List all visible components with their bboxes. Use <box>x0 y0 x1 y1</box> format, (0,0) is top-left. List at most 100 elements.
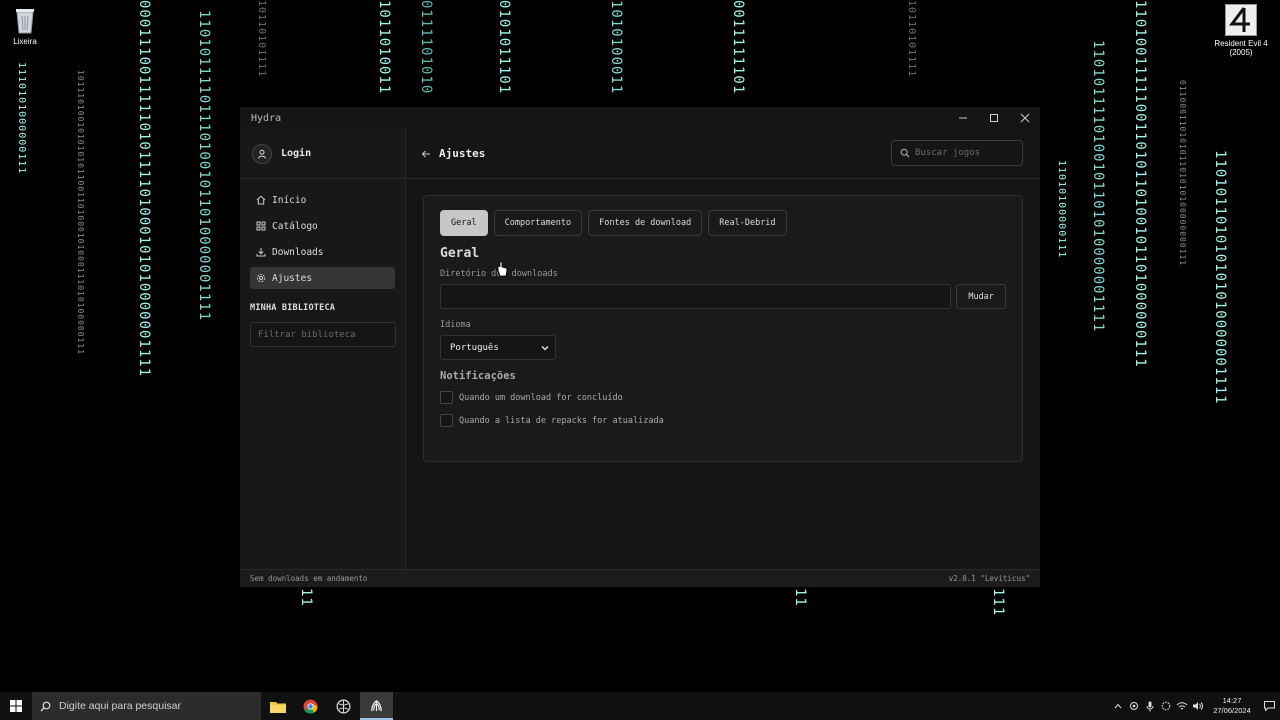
taskbar-search-input[interactable] <box>59 700 249 712</box>
language-label: Idioma <box>440 320 471 330</box>
settings-tabs: Geral Comportamento Fontes de download R… <box>440 210 1006 236</box>
maximize-icon[interactable] <box>978 107 1009 129</box>
tab-comportamento[interactable]: Comportamento <box>493 210 583 236</box>
downloads-dir-row: Mudar <box>440 284 1006 309</box>
window-controls <box>947 107 1040 129</box>
binary-rain-column: 01100011010101101010100000000111 <box>1178 80 1187 267</box>
sidebar-item-downloads[interactable]: Downloads <box>250 241 395 263</box>
game-shortcut[interactable]: Resident Evil 4 (2005) <box>1211 4 1271 57</box>
notifications-title: Notificações <box>440 370 516 382</box>
binary-rain-column: 10110101111 <box>256 0 267 78</box>
chevron-up-icon[interactable] <box>1110 692 1126 720</box>
gpu-tray-icon[interactable] <box>1126 692 1142 720</box>
microphone-icon[interactable] <box>1142 692 1158 720</box>
binary-rain-column: 111 <box>990 588 1006 617</box>
sidebar-item-inicio[interactable]: Início <box>250 189 395 211</box>
search-icon <box>40 701 51 711</box>
library-title: MINHA BIBLIOTECA <box>250 303 336 313</box>
volume-icon[interactable] <box>1190 692 1206 720</box>
sidebar-item-label: Downloads <box>272 246 324 258</box>
clock-date: 27/06/2024 <box>1213 706 1251 715</box>
download-icon <box>256 248 266 257</box>
change-dir-button[interactable]: Mudar <box>956 284 1006 309</box>
status-bar: Sem downloads em andamento v2.0.1 "Levit… <box>240 569 1040 587</box>
tab-real-debrid[interactable]: Real-Debrid <box>708 210 787 236</box>
sidebar-item-catalogo[interactable]: Catálogo <box>250 215 395 237</box>
section-title: Geral <box>440 246 480 261</box>
binary-rain-column: 0011111101 <box>730 0 746 95</box>
game-search[interactable] <box>891 140 1023 166</box>
binary-rain-column: 1110101000000111 <box>16 62 27 175</box>
version-label: v2.0.1 "Leviticus" <box>948 574 1030 583</box>
app-sphere-icon <box>336 699 351 713</box>
language-select[interactable]: Português <box>440 335 556 360</box>
notification-center-icon[interactable] <box>1258 692 1280 720</box>
taskbar-clock[interactable]: 14:27 27/06/2024 <box>1210 696 1254 716</box>
repacks-updated-label: Quando a lista de repacks for atualizada <box>459 415 664 426</box>
system-tray: 14:27 27/06/2024 <box>1110 692 1280 720</box>
notification-option: Quando um download for concluído <box>440 391 1006 404</box>
taskbar-hydra[interactable] <box>360 692 393 720</box>
binary-rain-column: 1101011110100101101010000001111 <box>1090 40 1106 333</box>
taskbar-chrome[interactable] <box>294 692 327 720</box>
download-status: Sem downloads em andamento <box>250 574 368 583</box>
binary-rain-column: 11 <box>792 588 808 607</box>
sidebar-item-label: Catálogo <box>272 220 318 232</box>
window-title: Hydra <box>251 112 282 124</box>
login-label: Login <box>281 148 312 159</box>
start-button[interactable] <box>0 692 32 720</box>
windows-logo-icon <box>10 700 22 712</box>
page-header: Ajustes <box>407 129 1040 179</box>
taskbar-steam-like-app[interactable] <box>327 692 360 720</box>
chrome-icon <box>303 698 318 714</box>
chevron-down-icon <box>541 345 549 350</box>
notification-option: Quando a lista de repacks for atualizada <box>440 414 1006 427</box>
minimize-icon[interactable] <box>947 107 978 129</box>
taskbar-file-explorer[interactable] <box>261 692 294 720</box>
recycle-bin-shortcut[interactable]: Lixeira <box>0 6 55 46</box>
sidebar: Login Início Catálogo Downloads Ajustes … <box>240 129 406 569</box>
tab-geral[interactable]: Geral <box>440 210 488 236</box>
binary-rain-column: 0101011101 <box>496 0 512 95</box>
back-arrow-icon[interactable] <box>421 149 431 159</box>
binary-rain-column: 11010100000111 <box>1056 160 1067 259</box>
search-icon <box>900 148 910 158</box>
sidebar-item-label: Início <box>272 194 307 206</box>
login-button[interactable]: Login <box>240 129 405 179</box>
binary-rain-column: 0111101010 <box>418 0 434 95</box>
home-icon <box>256 195 266 205</box>
recycle-bin-icon <box>13 6 37 34</box>
taskbar-search[interactable] <box>32 692 261 720</box>
search-input[interactable] <box>915 148 1015 158</box>
close-icon[interactable] <box>1009 107 1040 129</box>
library-filter-input[interactable] <box>250 322 396 347</box>
tab-fontes-de-download[interactable]: Fontes de download <box>588 210 703 236</box>
user-icon <box>258 149 266 159</box>
binary-rain-column: 0001110011111010111101000101010000001111 <box>136 0 152 378</box>
game-shortcut-icon <box>1225 4 1257 36</box>
grid-icon <box>256 221 266 231</box>
language-value: Português <box>450 342 499 353</box>
settings-panel: Geral Comportamento Fontes de download R… <box>423 195 1023 462</box>
game-shortcut-label: Resident Evil 4 (2005) <box>1214 39 1268 57</box>
settings-tray-icon[interactable] <box>1158 692 1174 720</box>
download-complete-label: Quando um download for concluído <box>459 392 623 403</box>
hydra-icon <box>371 699 382 711</box>
clock-time: 14:27 <box>1222 696 1242 705</box>
network-icon[interactable] <box>1174 692 1190 720</box>
downloads-dir-label: Diretório dos downloads <box>440 269 558 279</box>
sidebar-item-ajustes[interactable]: Ajustes <box>250 267 395 289</box>
binary-rain-column: 110101111011101001011010000001111 <box>196 10 212 322</box>
repacks-updated-checkbox[interactable] <box>440 414 453 427</box>
binary-rain-column: 1011101001010101011001101000101000111010… <box>76 70 85 356</box>
sidebar-item-label: Ajustes <box>272 272 313 284</box>
page-title: Ajustes <box>439 147 486 160</box>
title-bar[interactable]: Hydra <box>240 107 1040 129</box>
recycle-bin-label: Lixeira <box>13 37 37 46</box>
taskbar: 14:27 27/06/2024 <box>0 692 1280 720</box>
downloads-dir-field[interactable] <box>440 284 952 309</box>
binary-rain-column: 11 <box>298 588 314 607</box>
mouse-cursor-icon <box>496 261 508 281</box>
download-complete-checkbox[interactable] <box>440 391 453 404</box>
hydra-window: Hydra Login Início Catálogo Downloads Aj… <box>240 107 1040 587</box>
